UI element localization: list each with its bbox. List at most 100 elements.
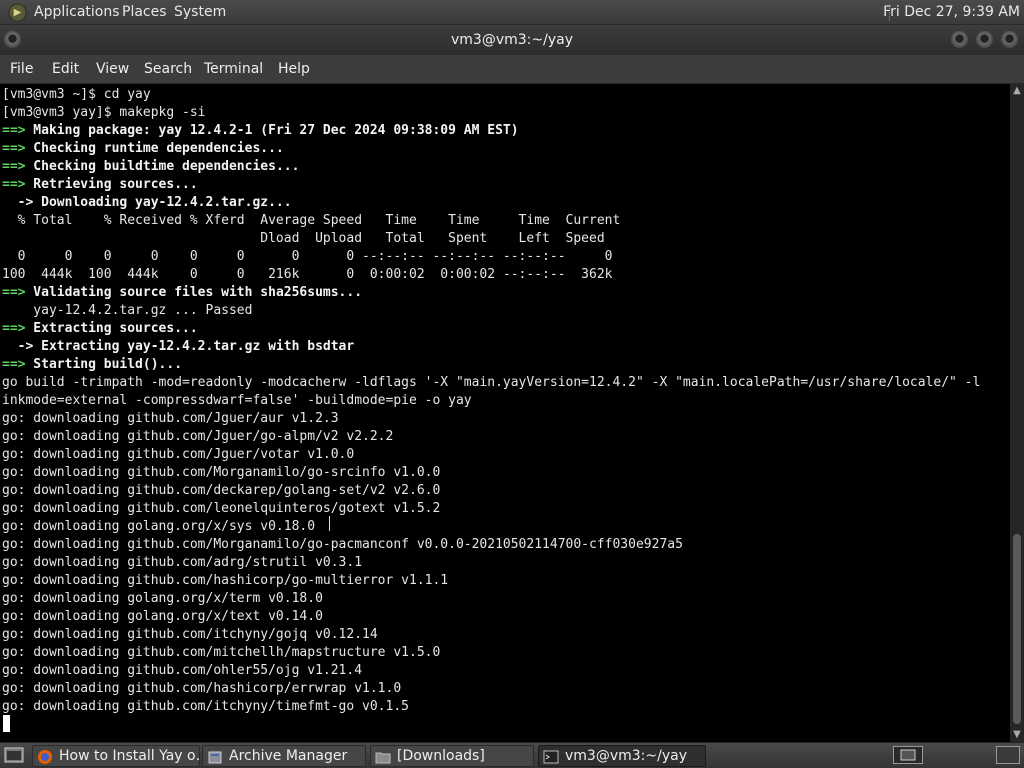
terminal-text: Checking buildtime dependencies...: [25, 159, 300, 174]
menu-view[interactable]: View: [96, 61, 129, 77]
terminal-line: ==> Making package: yay 12.4.2-1 (Fri 27…: [2, 122, 980, 140]
maximize-icon[interactable]: [976, 31, 993, 48]
places-menu[interactable]: Places: [122, 4, 167, 20]
terminal-line: ==> Validating source files with sha256s…: [2, 284, 980, 302]
terminal-text: go: downloading github.com/hashicorp/err…: [2, 681, 402, 696]
menu-file[interactable]: File: [10, 61, 33, 77]
terminal-scrollbar[interactable]: ▲ ▼: [1010, 84, 1024, 742]
mouse-ibeam-cursor: [329, 516, 330, 531]
terminal-line: go: downloading github.com/Jguer/go-alpm…: [2, 428, 980, 446]
terminal-line: ==> Retrieving sources...: [2, 176, 980, 194]
terminal-text: yay-12.4.2.tar.gz ... Passed: [2, 303, 253, 318]
menu-search[interactable]: Search: [144, 61, 192, 77]
terminal-line: Dload Upload Total Spent Left Speed: [2, 230, 980, 248]
terminal-text: 100 444k 100 444k 0 0 216k 0 0:00:02 0:0…: [2, 267, 613, 282]
terminal-text: go: downloading golang.org/x/term v0.18.…: [2, 591, 323, 606]
minimize-icon[interactable]: [951, 31, 968, 48]
terminal-line: go: downloading github.com/mitchellh/map…: [2, 644, 980, 662]
terminal-line: go: downloading golang.org/x/text v0.14.…: [2, 608, 980, 626]
task-firefox[interactable]: How to Install Yay o…: [32, 745, 200, 767]
menu-edit[interactable]: Edit: [52, 61, 79, 77]
clock[interactable]: Fri Dec 27, 9:39 AM: [883, 4, 1020, 20]
terminal-line: go: downloading golang.org/x/term v0.18.…: [2, 590, 980, 608]
menu-help[interactable]: Help: [278, 61, 310, 77]
terminal-line: ==> Extracting sources...: [2, 320, 980, 338]
terminal-line: go: downloading github.com/deckarep/gola…: [2, 482, 980, 500]
terminal-text: % Total % Received % Xferd Average Speed…: [2, 213, 621, 228]
terminal-line: -> Downloading yay-12.4.2.tar.gz...: [2, 194, 980, 212]
prompt-arrow: ==>: [2, 285, 26, 300]
terminal-text: [vm3@vm3 ~]$ cd yay: [2, 87, 151, 102]
terminal-text: Starting build()...: [25, 357, 183, 372]
terminal-line: ==> Checking buildtime dependencies...: [2, 158, 980, 176]
folder-icon: [375, 752, 391, 764]
gnome-foot-icon[interactable]: [8, 3, 27, 22]
task-label: How to Install Yay o…: [59, 748, 200, 764]
terminal-text: go build -trimpath -mod=readonly -modcac…: [2, 375, 981, 390]
task-downloads[interactable]: [Downloads]: [370, 745, 534, 767]
window-title-bar[interactable]: vm3@vm3:~/yay: [0, 25, 1024, 55]
bottom-taskbar: How to Install Yay o… Archive Manager [D…: [0, 742, 1024, 768]
top-panel: Applications Places System Fri Dec 27, 9…: [0, 0, 1024, 25]
firefox-icon: [38, 750, 52, 764]
terminal-line: go: downloading github.com/leonelquinter…: [2, 500, 980, 518]
terminal-output[interactable]: [vm3@vm3 ~]$ cd yay [vm3@vm3 yay]$ makepk…: [0, 84, 1010, 742]
terminal-line: go: downloading github.com/Jguer/aur v1.…: [2, 410, 980, 428]
terminal-line: go: downloading github.com/hashicorp/go-…: [2, 572, 980, 590]
scroll-down-icon[interactable]: ▼: [1010, 728, 1024, 742]
terminal-line: go: downloading github.com/itchyny/timef…: [2, 698, 980, 716]
terminal-text: go: downloading golang.org/x/text v0.14.…: [2, 609, 323, 624]
terminal-text: go: downloading github.com/Morganamilo/g…: [2, 537, 683, 552]
terminal-text: go: downloading github.com/Morganamilo/g…: [2, 465, 441, 480]
terminal-text: go: downloading github.com/mitchellh/map…: [2, 645, 441, 660]
scroll-up-icon[interactable]: ▲: [1010, 84, 1024, 98]
prompt-arrow: ==>: [2, 141, 26, 156]
terminal-text: Retrieving sources...: [25, 177, 198, 192]
trash-icon[interactable]: [996, 746, 1020, 764]
scrollbar-thumb[interactable]: [1013, 534, 1021, 724]
terminal-text: go: downloading github.com/Jguer/aur v1.…: [2, 411, 339, 426]
workspace-switcher-icon[interactable]: [893, 746, 923, 764]
terminal-menubar: File Edit View Search Terminal Help: [0, 55, 1024, 84]
applications-menu[interactable]: Applications: [34, 4, 120, 20]
terminal-line: ==> Checking runtime dependencies...: [2, 140, 980, 158]
window-title: vm3@vm3:~/yay: [451, 32, 573, 48]
task-archive-manager[interactable]: Archive Manager: [202, 745, 366, 767]
menu-terminal[interactable]: Terminal: [204, 61, 263, 77]
terminal-line: ==> Starting build()...: [2, 356, 980, 374]
close-icon[interactable]: [1001, 31, 1018, 48]
prompt-arrow: ==>: [2, 357, 26, 372]
terminal-line: [vm3@vm3 ~]$ cd yay: [2, 86, 980, 104]
prompt-arrow: ==>: [2, 177, 26, 192]
terminal-text: -> Extracting yay-12.4.2.tar.gz with bsd…: [2, 339, 355, 354]
terminal-text: go: downloading github.com/itchyny/timef…: [2, 699, 409, 714]
terminal-line: inkmode=external -compressdwarf=false' -…: [2, 392, 980, 410]
terminal-line: -> Extracting yay-12.4.2.tar.gz with bsd…: [2, 338, 980, 356]
terminal-text: go: downloading github.com/Jguer/go-alpm…: [2, 429, 394, 444]
terminal-lines: [vm3@vm3 ~]$ cd yay [vm3@vm3 yay]$ makepk…: [2, 86, 980, 716]
task-label: [Downloads]: [397, 748, 485, 764]
prompt-arrow: ==>: [2, 123, 26, 138]
terminal-text: inkmode=external -compressdwarf=false' -…: [2, 393, 472, 408]
terminal-line: go build -trimpath -mod=readonly -modcac…: [2, 374, 980, 392]
terminal-text: Checking runtime dependencies...: [25, 141, 284, 156]
show-desktop-icon[interactable]: [4, 746, 24, 764]
terminal-line: [vm3@vm3 yay]$ makepkg -si: [2, 104, 980, 122]
archive-manager-icon: [208, 751, 222, 764]
task-terminal[interactable]: vm3@vm3:~/yay: [538, 745, 706, 767]
terminal-text: Validating source files with sha256sums.…: [25, 285, 363, 300]
terminal-text: go: downloading github.com/deckarep/gola…: [2, 483, 441, 498]
terminal-text: go: downloading golang.org/x/sys v0.18.0: [2, 519, 316, 534]
terminal-text: -> Downloading yay-12.4.2.tar.gz...: [2, 195, 292, 210]
task-label: vm3@vm3:~/yay: [565, 748, 687, 764]
terminal-text: go: downloading github.com/itchyny/gojq …: [2, 627, 378, 642]
terminal-line: go: downloading github.com/ohler55/ojg v…: [2, 662, 980, 680]
terminal-text: Extracting sources...: [25, 321, 198, 336]
terminal-line: 0 0 0 0 0 0 0 0 --:--:-- --:--:-- --:--:…: [2, 248, 980, 266]
terminal-text: go: downloading github.com/Jguer/votar v…: [2, 447, 355, 462]
terminal-line: go: downloading golang.org/x/sys v0.18.0: [2, 518, 980, 536]
terminal-line: go: downloading github.com/adrg/strutil …: [2, 554, 980, 572]
system-menu[interactable]: System: [174, 4, 226, 20]
task-label: Archive Manager: [229, 748, 348, 764]
terminal-line: go: downloading github.com/hashicorp/err…: [2, 680, 980, 698]
